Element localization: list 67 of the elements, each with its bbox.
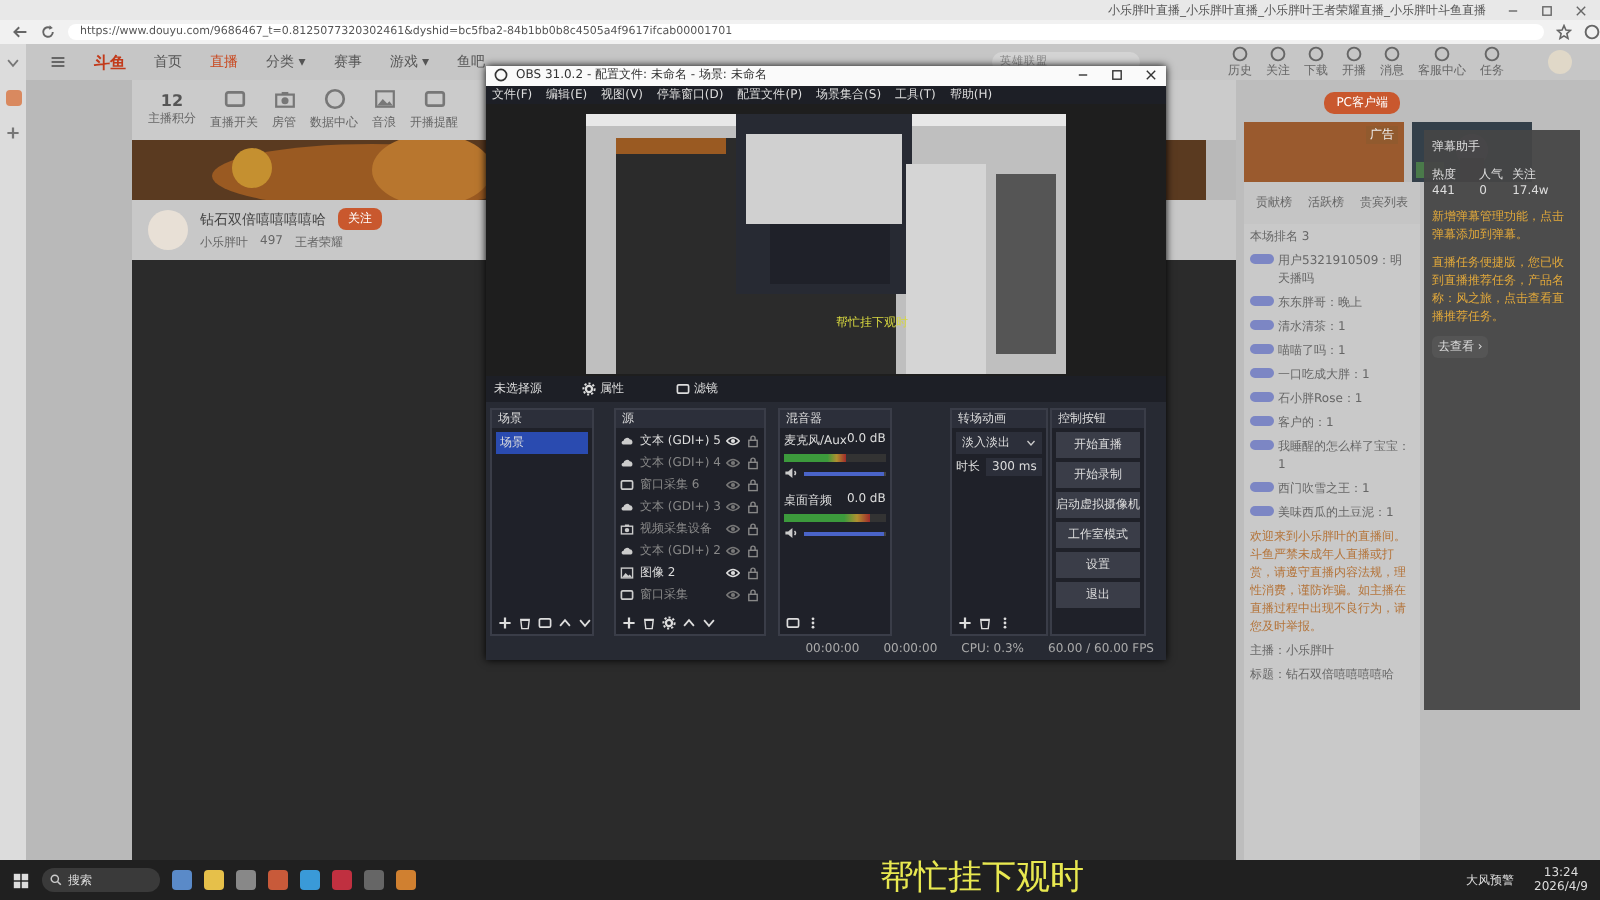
lock-icon[interactable]	[746, 478, 761, 493]
site-logo[interactable]: 斗鱼	[94, 51, 126, 73]
header-icon[interactable]	[1232, 45, 1248, 61]
badge-icon	[1250, 320, 1274, 330]
tool-icon[interactable]	[323, 88, 345, 110]
header-icon[interactable]	[1384, 45, 1400, 61]
down-icon[interactable]	[702, 616, 716, 631]
search-icon	[50, 874, 62, 886]
source-icon	[620, 588, 634, 603]
menu-icon[interactable]	[50, 54, 66, 70]
trash-icon[interactable]	[518, 616, 532, 631]
maximize-icon[interactable]	[1540, 3, 1554, 17]
badge-icon	[1250, 254, 1274, 264]
header-icon[interactable]	[1308, 45, 1324, 61]
gear-icon	[582, 382, 596, 397]
speaker-icon[interactable]	[784, 526, 798, 541]
badge-icon	[1250, 482, 1274, 492]
start-icon[interactable]	[12, 871, 30, 889]
audio-meter	[784, 454, 886, 463]
badge-icon	[1250, 296, 1274, 306]
points-value: 12	[160, 92, 184, 110]
lock-icon[interactable]	[746, 544, 761, 559]
badge-icon	[1250, 440, 1274, 450]
lock-icon[interactable]	[746, 500, 761, 515]
header-icon[interactable]	[1484, 45, 1500, 61]
speaker-icon[interactable]	[784, 466, 798, 481]
badge-icon	[1250, 392, 1274, 402]
app-logo-icon	[494, 68, 508, 83]
collapse-icon[interactable]	[6, 56, 20, 70]
reload-icon[interactable]	[40, 24, 56, 40]
favorite-icon[interactable]	[1556, 24, 1572, 40]
tool-icon[interactable]	[273, 88, 295, 110]
badge-icon	[1250, 416, 1274, 426]
more-icon[interactable]	[806, 616, 820, 631]
trash-icon[interactable]	[978, 616, 992, 631]
up-icon[interactable]	[558, 616, 572, 631]
more-icon[interactable]	[998, 616, 1012, 631]
tool-icon[interactable]	[423, 88, 445, 110]
lock-icon[interactable]	[746, 434, 761, 449]
maximize-icon[interactable]	[1110, 68, 1124, 83]
header-icon[interactable]	[1346, 45, 1362, 61]
source-icon	[620, 566, 634, 581]
badge-icon	[1250, 368, 1274, 378]
header-icon[interactable]	[1434, 45, 1450, 61]
tool-icon[interactable]	[373, 88, 395, 110]
close-icon[interactable]	[1144, 68, 1158, 83]
caret-icon	[1026, 438, 1037, 449]
audio-meter	[784, 514, 886, 523]
lock-icon[interactable]	[746, 566, 761, 581]
volume-slider[interactable]	[804, 531, 885, 536]
profile-icon[interactable]	[1584, 24, 1600, 40]
volume-slider[interactable]	[804, 471, 885, 476]
lock-icon[interactable]	[746, 588, 761, 603]
gear-icon[interactable]	[662, 616, 676, 631]
badge-icon	[1250, 506, 1274, 516]
down-icon[interactable]	[578, 616, 592, 631]
source-icon	[620, 544, 634, 559]
lock-icon[interactable]	[746, 522, 761, 537]
badge-icon	[1250, 344, 1274, 354]
tool-icon[interactable]	[223, 88, 245, 110]
lock-icon[interactable]	[746, 456, 761, 471]
subtitle-text: 帮忙挂下观时	[880, 858, 1084, 898]
header-icon[interactable]	[1270, 45, 1286, 61]
trash-icon[interactable]	[642, 616, 656, 631]
back-icon[interactable]	[12, 24, 28, 40]
up-icon[interactable]	[682, 616, 696, 631]
source-icon	[620, 522, 634, 537]
